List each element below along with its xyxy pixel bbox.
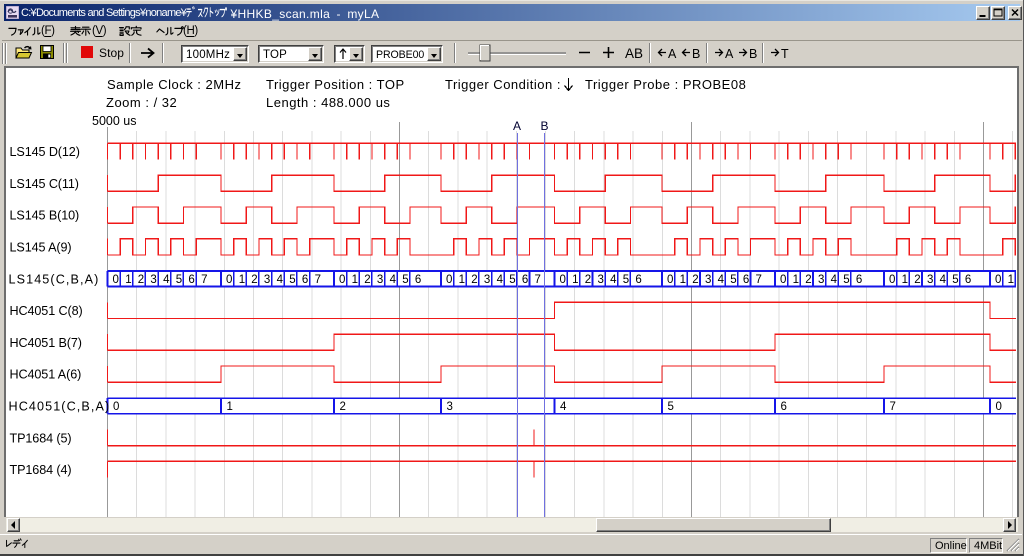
- svg-text:1: 1: [1008, 274, 1014, 286]
- svg-text:0: 0: [446, 274, 452, 286]
- svg-text:4: 4: [831, 274, 838, 286]
- svg-text:1: 1: [227, 401, 233, 413]
- svg-text:3: 3: [484, 274, 490, 286]
- svg-text:HC4051(C,B,A): HC4051(C,B,A): [9, 400, 111, 414]
- svg-text:5: 5: [668, 401, 674, 413]
- svg-text:1: 1: [352, 274, 358, 286]
- svg-text:LS145(C,B,A): LS145(C,B,A): [9, 272, 100, 286]
- svg-text:1: 1: [125, 274, 131, 286]
- svg-text:5: 5: [623, 274, 629, 286]
- svg-text:5: 5: [176, 274, 182, 286]
- svg-text:LS145 B(10): LS145 B(10): [10, 209, 80, 223]
- svg-text:3: 3: [377, 274, 383, 286]
- svg-text:6: 6: [635, 274, 641, 286]
- svg-text:2: 2: [692, 274, 698, 286]
- svg-text:3: 3: [818, 274, 824, 286]
- svg-text:2: 2: [914, 274, 920, 286]
- svg-text:7: 7: [201, 274, 207, 286]
- svg-text:Length : 488.000 us: Length : 488.000 us: [266, 95, 390, 110]
- svg-text:1: 1: [680, 274, 686, 286]
- svg-text:0: 0: [996, 401, 1002, 413]
- svg-text:TP1684 (4): TP1684 (4): [10, 463, 72, 477]
- svg-text:5: 5: [730, 274, 736, 286]
- svg-text:1: 1: [459, 274, 465, 286]
- svg-text:0: 0: [667, 274, 673, 286]
- svg-text:Zoom : / 32: Zoom : / 32: [106, 95, 177, 110]
- svg-text:5: 5: [843, 274, 849, 286]
- svg-text:4: 4: [277, 274, 284, 286]
- svg-text:6: 6: [415, 274, 421, 286]
- svg-text:B: B: [692, 47, 700, 61]
- svg-text:7: 7: [535, 274, 541, 286]
- svg-text:A: A: [513, 119, 521, 133]
- svg-text:LS145 C(11): LS145 C(11): [10, 177, 79, 191]
- svg-text:2: 2: [805, 274, 811, 286]
- svg-text:2: 2: [138, 274, 144, 286]
- svg-text:Trigger Condition :: Trigger Condition :: [445, 77, 561, 92]
- svg-text:2: 2: [340, 401, 346, 413]
- svg-text:4: 4: [560, 401, 567, 413]
- svg-text:3: 3: [150, 274, 156, 286]
- svg-text:2: 2: [251, 274, 257, 286]
- svg-text:0: 0: [339, 274, 345, 286]
- svg-text:0: 0: [560, 274, 566, 286]
- svg-text:B: B: [749, 47, 757, 61]
- svg-text:1: 1: [902, 274, 908, 286]
- svg-text:2: 2: [364, 274, 370, 286]
- svg-text:4: 4: [610, 274, 617, 286]
- svg-text:0: 0: [226, 274, 232, 286]
- svg-text:1: 1: [239, 274, 245, 286]
- svg-text:4: 4: [718, 274, 725, 286]
- svg-text:3: 3: [598, 274, 604, 286]
- svg-text:6: 6: [743, 274, 749, 286]
- svg-text:3: 3: [264, 274, 270, 286]
- svg-text:Trigger Probe : PROBE08: Trigger Probe : PROBE08: [585, 77, 746, 92]
- svg-text:Trigger Position : TOP: Trigger Position : TOP: [266, 77, 405, 92]
- svg-text:6: 6: [522, 274, 528, 286]
- svg-text:B: B: [540, 119, 548, 133]
- svg-text:T: T: [781, 47, 789, 61]
- svg-text:TP1684 (5): TP1684 (5): [10, 431, 72, 445]
- svg-text:Sample Clock : 2MHz: Sample Clock : 2MHz: [107, 77, 241, 92]
- svg-text:7: 7: [315, 274, 321, 286]
- svg-text:5: 5: [402, 274, 408, 286]
- svg-text:HC4051 C(8): HC4051 C(8): [10, 304, 83, 318]
- svg-text:6: 6: [856, 274, 862, 286]
- svg-text:A: A: [668, 47, 677, 61]
- svg-text:A: A: [725, 47, 734, 61]
- svg-text:HC4051 B(7): HC4051 B(7): [10, 336, 82, 350]
- svg-text:0: 0: [113, 274, 119, 286]
- svg-text:4: 4: [497, 274, 504, 286]
- svg-text:5: 5: [509, 274, 515, 286]
- svg-text:5: 5: [952, 274, 958, 286]
- svg-text:1: 1: [572, 274, 578, 286]
- svg-text:6: 6: [302, 274, 308, 286]
- svg-text:6: 6: [965, 274, 971, 286]
- svg-text:2: 2: [471, 274, 477, 286]
- svg-text:0: 0: [995, 274, 1001, 286]
- svg-text:LS145 D(12): LS145 D(12): [10, 145, 80, 159]
- svg-text:0: 0: [889, 274, 895, 286]
- svg-text:5: 5: [289, 274, 295, 286]
- svg-text:7: 7: [890, 401, 896, 413]
- svg-text:3: 3: [705, 274, 711, 286]
- svg-text:3: 3: [927, 274, 933, 286]
- svg-text:0: 0: [113, 401, 119, 413]
- svg-text:LS145 A(9): LS145 A(9): [10, 241, 72, 255]
- svg-text:4: 4: [940, 274, 947, 286]
- svg-text:HC4051 A(6): HC4051 A(6): [10, 368, 82, 382]
- svg-text:AB: AB: [625, 46, 643, 61]
- svg-text:4: 4: [163, 274, 170, 286]
- svg-text:2: 2: [585, 274, 591, 286]
- svg-text:5000 us: 5000 us: [92, 114, 136, 128]
- svg-text:1: 1: [793, 274, 799, 286]
- svg-text:0: 0: [780, 274, 786, 286]
- svg-text:6: 6: [188, 274, 194, 286]
- svg-text:7: 7: [756, 274, 762, 286]
- svg-text:3: 3: [447, 401, 453, 413]
- svg-text:6: 6: [781, 401, 787, 413]
- svg-text:4: 4: [390, 274, 397, 286]
